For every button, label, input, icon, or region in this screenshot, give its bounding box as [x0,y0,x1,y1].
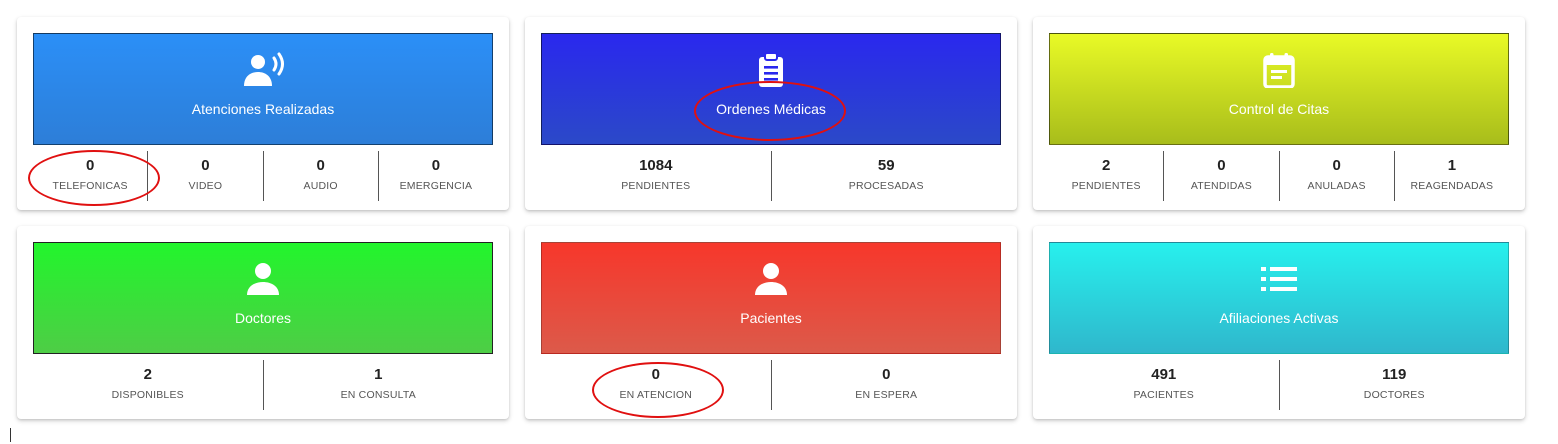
stat-value: 0 [316,157,325,174]
speaking-person-icon [239,51,287,89]
stat-value: 2 [1101,157,1111,174]
stat-value: 0 [1217,157,1226,174]
stat-value: 0 [201,157,210,174]
stat-pacientes[interactable]: 491 PACIENTES [1049,360,1279,410]
card-doctores[interactable]: Doctores 2 DISPONIBLES 1 EN CONSULTA [17,226,509,419]
stats-row: 1084 PENDIENTES 59 PROCESADAS [541,151,1001,201]
stats-row: 2 DISPONIBLES 1 EN CONSULTA [33,360,493,410]
calendar-icon [1263,51,1295,89]
stats-row: 491 PACIENTES 119 DOCTORES [1049,360,1509,410]
card-banner[interactable]: Pacientes [541,242,1001,354]
stat-doctores[interactable]: 119 DOCTORES [1278,360,1510,410]
stat-label: PROCESADAS [848,180,924,192]
stat-label: EN CONSULTA [340,389,416,401]
stat-label: PENDIENTES [1071,180,1141,192]
card-afiliaciones-activas[interactable]: Afiliaciones Activas 491 PACIENTES 119 D… [1033,226,1525,419]
card-title: Atenciones Realizadas [191,101,335,117]
stat-audio[interactable]: 0 AUDIO [262,151,378,201]
text-caret [10,428,11,442]
card-banner[interactable]: Ordenes Médicas [541,33,1001,145]
list-icon [1260,260,1298,298]
stat-label: VIDEO [188,180,223,192]
stat-telefonicas[interactable]: 0 TELEFONICAS [33,151,147,201]
stat-label: TELEFONICAS [52,180,128,192]
clipboard-icon [757,51,785,89]
stat-value: 2 [143,366,152,383]
stat-value: 1084 [639,157,673,174]
card-title: Afiliaciones Activas [1219,310,1339,326]
stat-pendientes[interactable]: 2 PENDIENTES [1049,151,1163,201]
stat-emergencia[interactable]: 0 EMERGENCIA [377,151,493,201]
stat-reagendadas[interactable]: 1 REAGENDADAS [1393,151,1509,201]
card-ordenes-medicas[interactable]: Ordenes Médicas 1084 PENDIENTES 59 PROCE… [525,17,1017,210]
stat-label: REAGENDADAS [1410,180,1494,192]
card-title: Doctores [234,310,292,326]
stat-value: 59 [877,157,895,174]
stat-label: ANULADAS [1307,180,1366,192]
card-title: Control de Citas [1228,101,1330,117]
card-banner[interactable]: Afiliaciones Activas [1049,242,1509,354]
stat-value: 119 [1382,366,1407,383]
stat-label: AUDIO [303,180,338,192]
stat-video[interactable]: 0 VIDEO [147,151,262,201]
person-icon [245,260,281,298]
stat-pendientes[interactable]: 1084 PENDIENTES [541,151,771,201]
stat-value: 1 [1447,157,1457,174]
stat-value: 1 [374,366,383,383]
stat-label: EN ATENCION [619,389,693,401]
stat-value: 0 [1332,157,1341,174]
stats-row: 0 EN ATENCION 0 EN ESPERA [541,360,1001,410]
card-pacientes[interactable]: Pacientes 0 EN ATENCION 0 EN ESPERA [525,226,1017,419]
card-title: Pacientes [740,310,802,326]
stats-row: 2 PENDIENTES 0 ATENDIDAS 0 ANULADAS 1 RE… [1049,151,1509,201]
stat-en-espera[interactable]: 0 EN ESPERA [770,360,1002,410]
stat-value: 0 [85,157,95,174]
stat-value: 491 [1151,366,1177,383]
card-atenciones-realizadas[interactable]: Atenciones Realizadas 0 TELEFONICAS 0 VI… [17,17,509,210]
stat-en-consulta[interactable]: 1 EN CONSULTA [262,360,494,410]
stat-label: PACIENTES [1133,389,1195,401]
card-banner[interactable]: Atenciones Realizadas [33,33,493,145]
stat-value: 0 [431,157,441,174]
stat-label: ATENDIDAS [1190,180,1252,192]
stats-row: 0 TELEFONICAS 0 VIDEO 0 AUDIO 0 EMERGENC… [33,151,493,201]
card-title: Ordenes Médicas [716,101,826,117]
card-banner[interactable]: Doctores [33,242,493,354]
person-icon [753,260,789,298]
stat-value: 0 [651,366,660,383]
stat-label: EMERGENCIA [399,180,473,192]
stat-procesadas[interactable]: 59 PROCESADAS [770,151,1002,201]
stat-anuladas[interactable]: 0 ANULADAS [1278,151,1394,201]
stat-label: EN ESPERA [855,389,918,401]
stat-en-atencion[interactable]: 0 EN ATENCION [541,360,771,410]
stat-label: DOCTORES [1363,389,1425,401]
card-banner[interactable]: Control de Citas [1049,33,1509,145]
card-control-de-citas[interactable]: Control de Citas 2 PENDIENTES 0 ATENDIDA… [1033,17,1525,210]
stat-atendidas[interactable]: 0 ATENDIDAS [1163,151,1278,201]
stat-label: PENDIENTES [621,180,691,192]
stat-disponibles[interactable]: 2 DISPONIBLES [33,360,263,410]
stat-label: DISPONIBLES [111,389,184,401]
stat-value: 0 [882,366,891,383]
